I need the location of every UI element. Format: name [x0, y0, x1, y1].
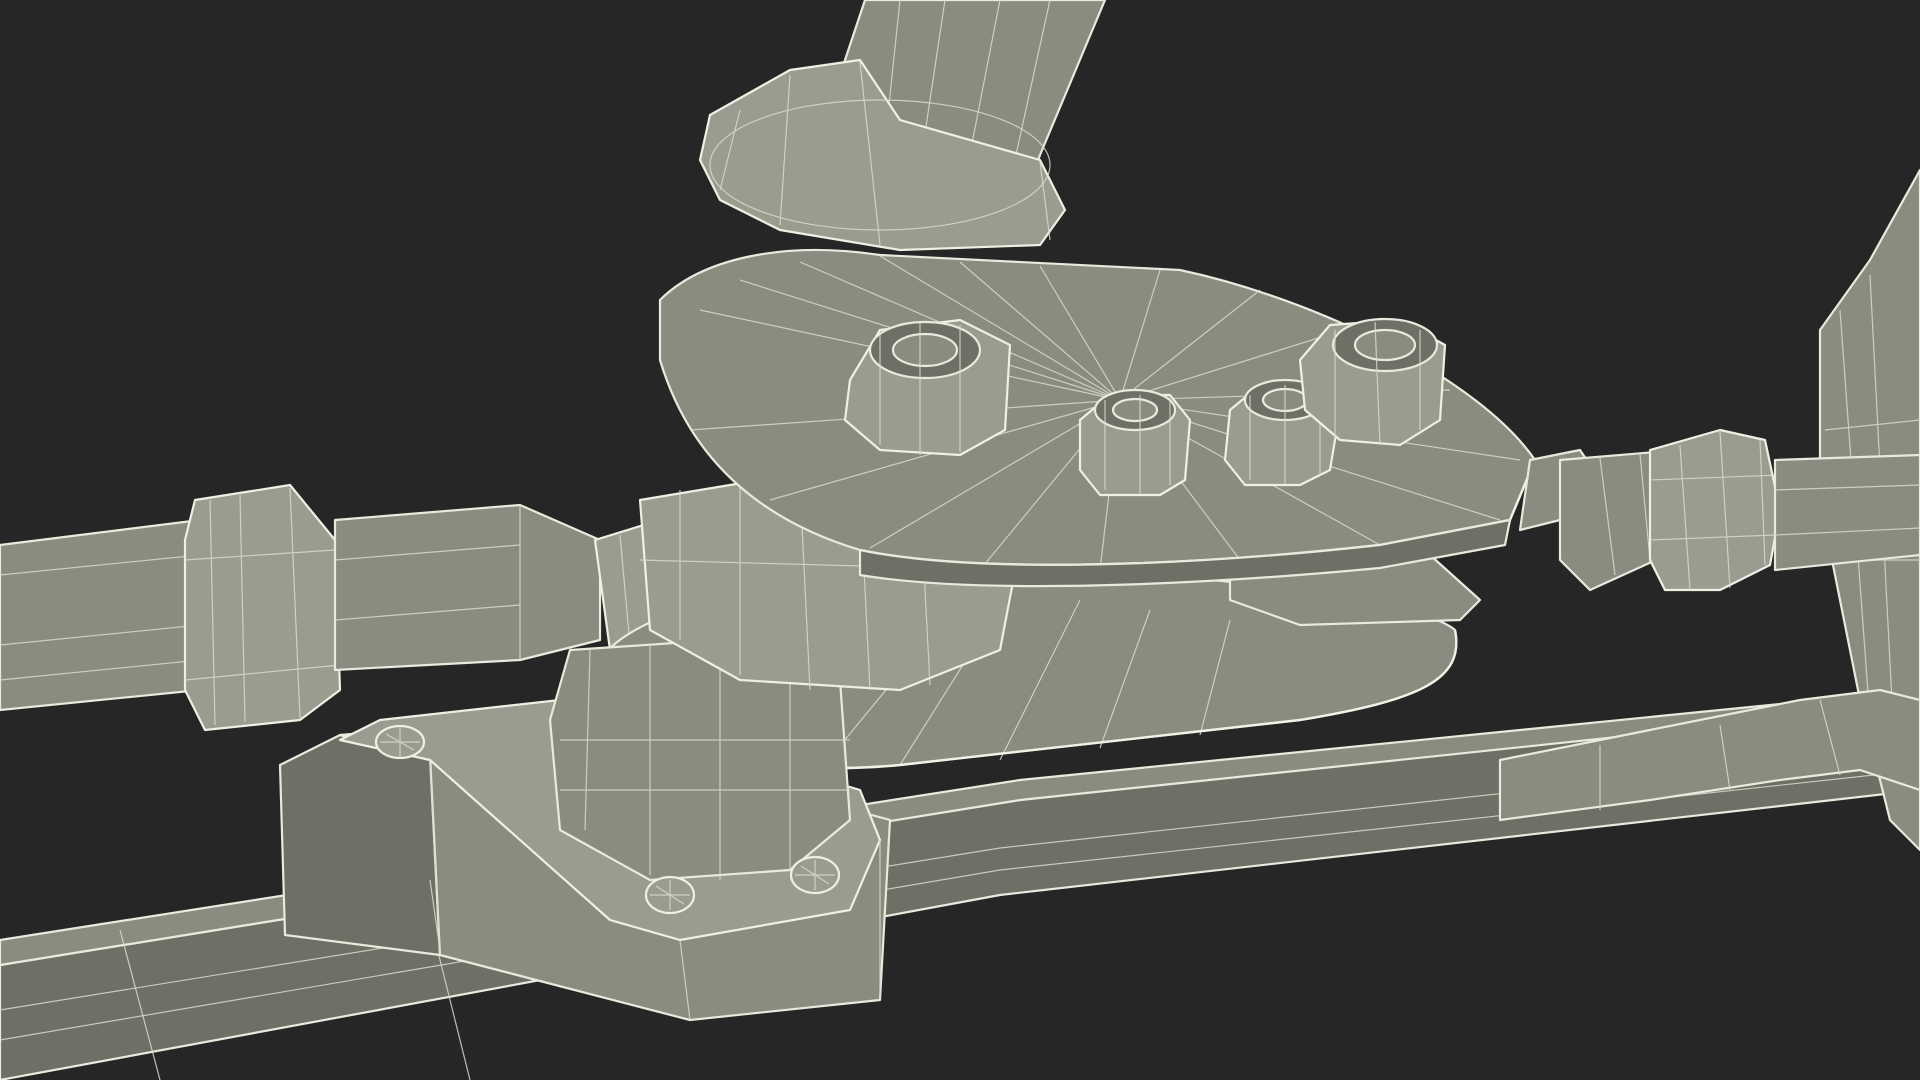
rivet: [644, 875, 696, 915]
rivet: [789, 855, 841, 895]
bolt: [1078, 388, 1192, 497]
viewport-3d[interactable]: [0, 0, 1920, 1080]
rivet: [374, 724, 426, 760]
mesh-scene: [0, 0, 1920, 1080]
